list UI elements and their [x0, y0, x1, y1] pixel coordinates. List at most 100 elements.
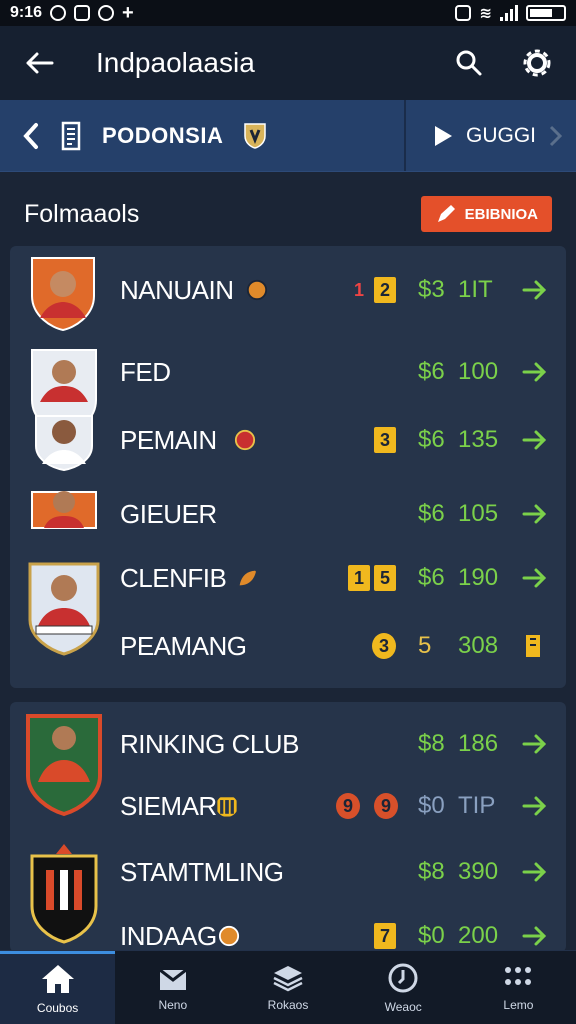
player-name: FED	[120, 356, 171, 387]
clock-icon	[388, 963, 418, 992]
page-title: Indpaolaasia	[96, 47, 255, 78]
club-value: 186	[458, 730, 499, 757]
nav-label: Coubos	[36, 1001, 79, 1015]
nav-item-news[interactable]: Neno	[115, 951, 230, 1024]
table-row[interactable]: CLENFIB 1 5 $6 190	[10, 550, 566, 606]
player-price: $6	[418, 426, 445, 453]
nav-item-more[interactable]: Lemo	[461, 951, 576, 1024]
inbox-icon	[158, 968, 187, 990]
next-league-button[interactable]: GUGGI	[404, 100, 576, 171]
league-selector[interactable]: PODONSIA	[0, 100, 404, 171]
rank-badge: 2	[374, 277, 396, 303]
badge-group: 1 2	[348, 277, 396, 303]
play-icon	[435, 125, 452, 146]
settings-gear-icon[interactable]	[520, 46, 554, 80]
nav-item-rankings[interactable]: Rokaos	[230, 951, 345, 1024]
club-name: INDAAG	[120, 920, 217, 951]
nfc-icon	[455, 5, 472, 21]
app-bar: Indpaolaasia	[0, 26, 576, 100]
league-name: PODONSIA	[102, 122, 224, 148]
rank-badge: 3	[374, 427, 396, 453]
bottom-navigation: Coubos Neno Rokaos Weaoc Lemo	[0, 950, 576, 1024]
edit-button[interactable]: EBIBNIOA	[420, 196, 552, 232]
player-price: $6	[418, 564, 445, 591]
nav-label: Weaoc	[384, 999, 422, 1014]
table-row[interactable]: GIEUER $6 105	[10, 486, 566, 542]
player-list-card: NANUAIN 1 2 $3 1IT FED $6 100 PEMAIN 3 $…	[10, 246, 566, 688]
rank-badge: 9	[374, 793, 398, 819]
nav-label: Lemo	[503, 997, 534, 1012]
arrow-right-icon[interactable]	[522, 565, 548, 591]
arrow-right-icon[interactable]	[522, 859, 548, 885]
arrow-right-icon[interactable]	[522, 359, 548, 385]
player-value: 105	[458, 500, 499, 527]
messenger-icon	[74, 5, 91, 21]
chevron-right-icon	[549, 125, 563, 146]
table-row[interactable]: STAMTMLING $8 390	[10, 844, 566, 900]
club-list-card: RINKING CLUB $8 186 SIEMAR 9 9 $0 TIP ST…	[10, 702, 566, 952]
table-row[interactable]: PEAMANG 3 5 308	[10, 618, 566, 674]
rank-badge: 3	[372, 633, 396, 659]
more-grid-icon	[505, 966, 532, 985]
trophy-icon	[217, 797, 237, 817]
back-arrow-icon[interactable]	[22, 46, 56, 80]
rank-badge: 1	[353, 279, 364, 300]
nav-item-home[interactable]: Coubos	[0, 951, 116, 1024]
badge-group: 3	[374, 427, 396, 453]
badge-group: 9 9	[336, 793, 398, 819]
rank-badge: 1	[348, 565, 370, 591]
arrow-right-icon[interactable]	[522, 923, 548, 949]
search-icon[interactable]	[452, 46, 486, 80]
club-name: STAMTMLING	[120, 856, 284, 887]
table-row[interactable]: FED $6 100	[10, 344, 566, 400]
app-icon	[98, 5, 115, 21]
badge-group: 3	[372, 633, 396, 659]
player-name: GIEUER	[120, 498, 217, 529]
player-value: 1IT	[458, 276, 493, 303]
player-name: NANUAIN	[120, 274, 234, 305]
nav-label: Neno	[158, 997, 188, 1012]
arrow-right-icon[interactable]	[522, 501, 548, 527]
section-header: Folmaaols EBIBNIOA	[24, 194, 552, 234]
club-emblem-icon	[246, 279, 268, 301]
nav-item-watch[interactable]: Weaoc	[346, 951, 461, 1024]
leaf-emblem-icon	[239, 570, 257, 586]
wifi-icon: ≋	[479, 5, 492, 22]
table-row[interactable]: PEMAIN 3 $6 135	[10, 412, 566, 468]
player-price: $6	[418, 500, 445, 527]
club-value: 200	[458, 922, 499, 949]
player-value: 135	[458, 426, 499, 453]
table-row[interactable]: NANUAIN 1 2 $3 1IT	[10, 262, 566, 318]
player-name: CLENFIB	[120, 562, 227, 593]
nav-label: Rokaos	[267, 997, 309, 1012]
club-value: 390	[458, 858, 499, 885]
club-price: $8	[418, 858, 445, 885]
status-time: 9:16	[10, 4, 43, 21]
player-value: 308	[458, 632, 499, 659]
club-price: $0	[418, 922, 445, 949]
plus-icon: +	[122, 2, 134, 24]
table-row[interactable]: SIEMAR 9 9 $0 TIP	[10, 778, 566, 834]
next-league-label: GUGGI	[466, 123, 537, 147]
player-name: PEMAIN	[120, 424, 217, 455]
club-value: TIP	[458, 792, 496, 819]
document-icon	[61, 121, 81, 150]
pencil-icon	[437, 205, 455, 222]
arrow-right-icon[interactable]	[522, 793, 548, 819]
battery-icon	[526, 5, 566, 21]
trophy-icon[interactable]	[522, 633, 548, 659]
section-title: Folmaaols	[24, 199, 140, 228]
rank-badge: 5	[374, 565, 396, 591]
arrow-right-icon[interactable]	[522, 731, 548, 757]
chevron-left-icon[interactable]	[22, 122, 40, 150]
arrow-right-icon[interactable]	[522, 277, 548, 303]
club-price: $0	[418, 792, 445, 819]
notification-icon	[50, 5, 67, 21]
arrow-right-icon[interactable]	[522, 427, 548, 453]
player-value: 100	[458, 358, 499, 385]
table-row[interactable]: RINKING CLUB $8 186	[10, 716, 566, 772]
rank-badge: 7	[374, 923, 396, 949]
league-shield-icon	[244, 122, 267, 149]
signal-icon	[500, 5, 518, 21]
edit-button-label: EBIBNIOA	[464, 205, 538, 223]
